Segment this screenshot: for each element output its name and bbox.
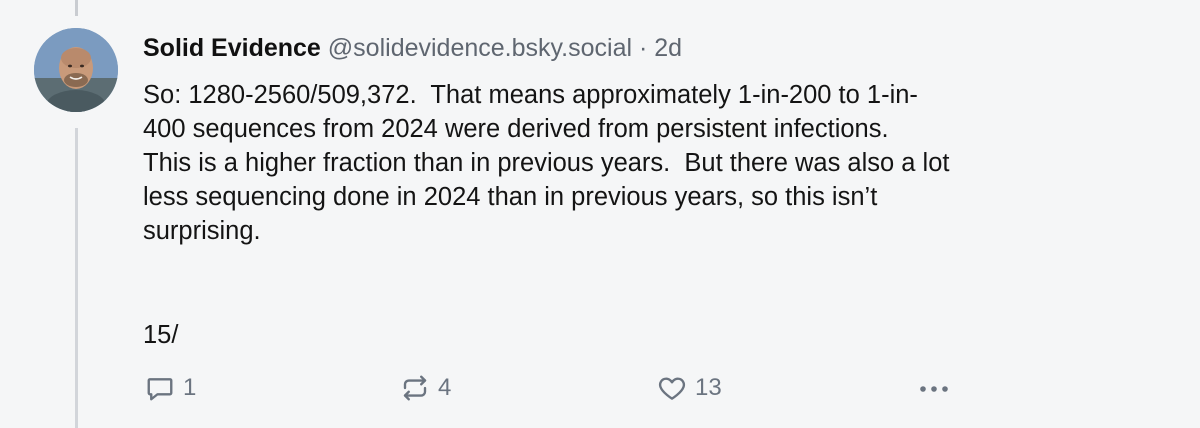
post-text-line: This is a higher fraction than in previo…: [143, 149, 950, 177]
post-text-line: surprising.: [143, 217, 261, 245]
reply-icon: [147, 378, 173, 401]
post-text-line: less sequencing done in 2024 than in pre…: [143, 183, 878, 211]
avatar[interactable]: [34, 28, 118, 112]
more-options-button[interactable]: [917, 368, 951, 408]
like-count: 13: [695, 374, 722, 401]
separator-dot: ·: [638, 34, 648, 62]
more-icon: [920, 386, 948, 392]
avatar-image: [34, 28, 118, 112]
like-button[interactable]: 13: [657, 368, 722, 408]
post-timestamp[interactable]: 2d: [654, 34, 682, 62]
repost-button[interactable]: 4: [400, 368, 451, 408]
post-text: So: 1280-2560/509,372. That means approx…: [143, 78, 1153, 248]
post: Solid Evidence @solidevidence.bsky.socia…: [0, 0, 1200, 428]
post-actions: 1 4 13: [0, 368, 1200, 408]
author-handle[interactable]: @solidevidence.bsky.social: [328, 34, 632, 62]
post-header: Solid Evidence @solidevidence.bsky.socia…: [143, 33, 682, 63]
post-text-line: 400 sequences from 2024 were derived fro…: [143, 115, 889, 143]
heart-icon: [658, 377, 686, 400]
post-text-line: So: 1280-2560/509,372. That means approx…: [143, 81, 918, 109]
repost-icon: [403, 375, 427, 401]
reply-count: 1: [183, 374, 197, 401]
repost-count: 4: [438, 374, 452, 401]
thread-line-top: [75, 0, 78, 16]
thread-counter: 15/: [143, 321, 179, 349]
author-name[interactable]: Solid Evidence: [143, 34, 321, 62]
reply-button[interactable]: 1: [145, 368, 196, 408]
